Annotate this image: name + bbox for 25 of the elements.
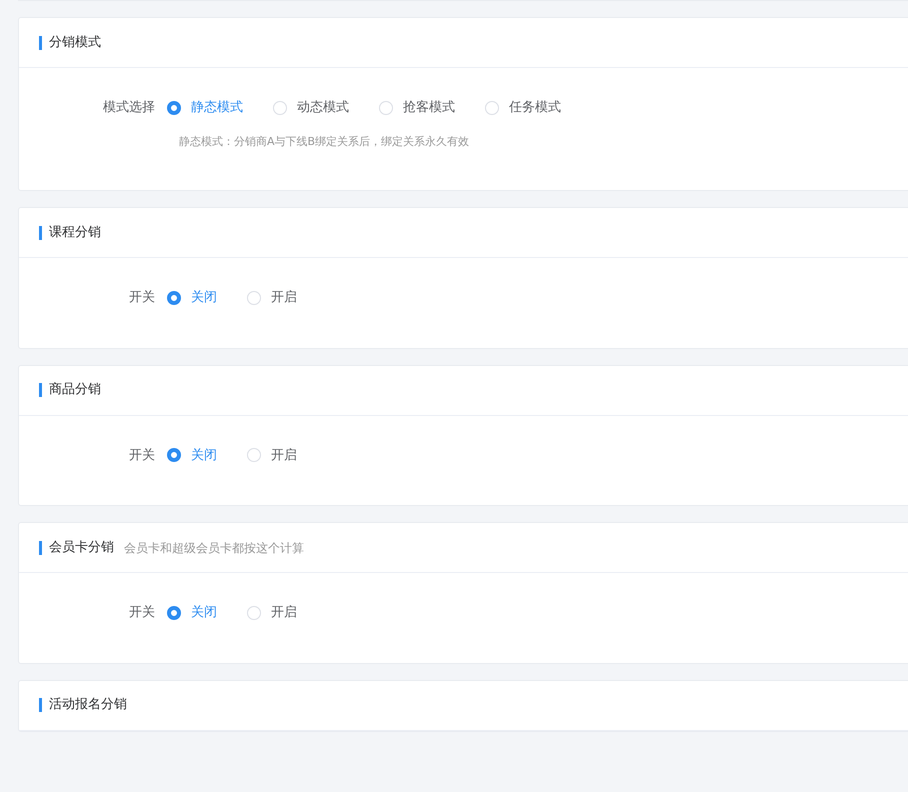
section-title: 商品分销 xyxy=(39,383,101,397)
section-title: 课程分销 xyxy=(39,226,101,240)
radio-option[interactable]: 开启 xyxy=(247,288,297,308)
radio-button[interactable] xyxy=(167,606,181,620)
radio-option[interactable]: 开启 xyxy=(247,603,297,622)
field-label: 模式选择 xyxy=(102,99,156,117)
radio-option[interactable]: 关闭 xyxy=(167,288,217,308)
radio-option[interactable]: 关闭 xyxy=(167,603,217,622)
radio-option[interactable]: 动态模式 xyxy=(273,98,349,118)
field-label: 开关 xyxy=(128,446,156,464)
section-title: 活动报名分销 xyxy=(39,698,127,712)
radio-option[interactable]: 开启 xyxy=(247,446,297,465)
section-title: 会员卡分销 xyxy=(39,540,114,554)
radio-button[interactable] xyxy=(167,290,181,305)
radio-button[interactable] xyxy=(167,448,181,462)
hint-text: 静态模式：分销商A与下线B绑定关系后，绑定关系永久有效 xyxy=(179,134,470,150)
field-label: 开关 xyxy=(128,604,156,622)
section-title: 分销模式 xyxy=(39,36,101,50)
radio-option[interactable]: 抢客模式 xyxy=(379,98,455,118)
radio-option[interactable]: 关闭 xyxy=(167,446,217,465)
section-note: 会员卡和超级会员卡都按这个计算 xyxy=(124,540,304,556)
radio-option[interactable]: 静态模式 xyxy=(167,98,243,118)
radio-button[interactable] xyxy=(167,100,181,115)
field-label: 开关 xyxy=(128,289,156,307)
radio-option[interactable]: 任务模式 xyxy=(485,98,561,118)
